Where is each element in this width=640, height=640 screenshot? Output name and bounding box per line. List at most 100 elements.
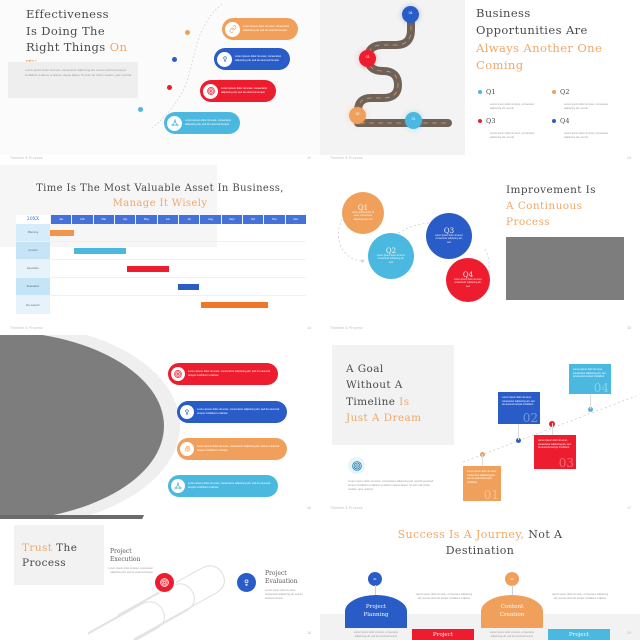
slide-page-number: 16 — [307, 506, 311, 510]
slide6-body-text: Lorem ipsum dolor sit amet, consectetur … — [348, 480, 434, 492]
slide1-pill-4[interactable]: Lorem ipsum dolor sit amet, consectetur … — [164, 112, 240, 134]
slide6-card-02[interactable]: Lorem ipsum dolor sit amet, consectetur … — [498, 392, 540, 425]
slide2-legend-q4: Q4 Lorem ipsum dolor sit amet, consectet… — [552, 112, 612, 140]
legend-label-q1: Q1 — [486, 87, 496, 96]
circle-label: Q3 — [443, 226, 455, 235]
slide7-step2-heading: Project Evaluation — [265, 570, 320, 586]
slide-thumbnail-8[interactable]: Success Is A Journey, Not A Destination … — [320, 515, 640, 640]
slide7-step1-icon-badge[interactable] — [155, 573, 174, 592]
slide5-pill-4[interactable]: Lorem ipsum dolor sit amet, consectetur … — [168, 475, 278, 497]
timeline-stem-04 — [590, 393, 591, 409]
pill-text: Lorem ipsum dolor sit amet, consectetur … — [243, 24, 290, 32]
slide-page-number: 13 — [627, 156, 631, 160]
gantt-month-jun: Jun — [156, 215, 178, 224]
gantt-month-oct: Oct — [241, 215, 264, 224]
title-line-3: Right Things — [26, 40, 110, 55]
slide-footer: Timeline & Process — [330, 506, 363, 510]
slide5-pill-3[interactable]: Lorem ipsum dolor sit amet, consectetur … — [177, 438, 287, 460]
gantt-row: Execution — [16, 260, 306, 278]
gear-idea-icon — [217, 51, 232, 67]
title-line-3: Timeline — [346, 395, 400, 408]
circle-label: Q2 — [385, 246, 397, 255]
slide-page-number: 12 — [307, 156, 311, 160]
curve-dot-lightblue — [138, 107, 143, 112]
gantt-row: Planning — [16, 224, 306, 242]
slide6-card-01[interactable]: Lorem ipsum dolor sit amet, consectetur … — [463, 466, 501, 502]
slide4-circle-q2[interactable]: Q2 Lorem ipsum dolor sit amet, consectet… — [368, 233, 414, 279]
title-line-2: Manage It Wisely — [112, 197, 208, 209]
slide-thumbnail-1[interactable]: Effectiveness Is Doing The Right Things … — [0, 0, 320, 165]
slide1-pill-2[interactable]: Lorem ipsum dolor sit amet, consectetur … — [214, 48, 290, 70]
title-line-2: Opportunities Are — [476, 23, 588, 38]
circle-text: Lorem ipsum dolor sit amet, consectetur … — [434, 234, 464, 244]
slide-thumbnail-6[interactable]: A Goal Without A Timeline Is Just A Drea… — [320, 335, 640, 515]
slide8-dome-04[interactable]: Project — [548, 629, 610, 640]
gantt-month-nov: Nov — [263, 215, 285, 224]
slide8-text-04: Lorem ipsum dolor sit amet, consectetur … — [489, 631, 535, 638]
slide1-pill-3[interactable]: Lorem ipsum dolor sit amet, consectetur … — [200, 80, 276, 102]
card-number: 03 — [558, 456, 574, 470]
title-line-3: Process — [506, 215, 551, 228]
curve-dot-red — [167, 85, 172, 90]
title-accent-on: On — [109, 40, 128, 55]
slide4-circle-q4[interactable]: Q4 Lorem ipsum dolor sit amet, consectet… — [446, 258, 490, 302]
slide-thumbnail-3[interactable]: Time Is The Most Valuable Asset In Busin… — [0, 165, 320, 335]
slide-thumbnail-7[interactable]: Trust The Process Project Execution Lore… — [0, 515, 320, 640]
card-text: Lorem ipsum dolor sit amet, consectetur … — [538, 439, 571, 450]
slide7-step2-icon-badge[interactable] — [237, 573, 256, 592]
gantt-year-label: 20XX — [16, 215, 50, 224]
legend-dot-q3 — [478, 118, 482, 123]
legend-text-q2: Lorem ipsum dolor sit amet, consectetur … — [564, 102, 609, 110]
gantt-month-may: May — [135, 215, 157, 224]
slide8-dome-03[interactable]: Project — [412, 629, 474, 640]
legend-text-q4: Lorem ipsum dolor sit amet, consectetur … — [564, 131, 609, 139]
slide8-dome-01[interactable]: Project Planning — [345, 595, 407, 628]
circle-label: Q4 — [462, 270, 474, 279]
slide5-pill-2[interactable]: Lorem ipsum dolor sit amet, consectetur … — [177, 401, 287, 423]
title-line-2: A Continuous — [506, 199, 583, 212]
slide-page-number: 15 — [627, 326, 631, 330]
slide-thumbnail-5[interactable]: Lorem ipsum dolor sit amet, consectetur … — [0, 335, 320, 515]
dome-label-lines: Content Creation — [500, 604, 525, 619]
title-line-1: Effectiveness — [26, 7, 109, 21]
slide-page-number: 17 — [627, 506, 631, 510]
title-line-3: Always Another One — [476, 40, 603, 55]
slide-thumbnail-4[interactable]: Q1 Lorem ipsum dolor sit amet, consectet… — [320, 165, 640, 335]
curve-dot-orange — [185, 30, 190, 35]
slide6-card-04[interactable]: Lorem ipsum dolor sit amet, consectetur … — [569, 364, 611, 395]
network-icon — [167, 115, 182, 131]
gantt-month-sept: Sept — [220, 215, 242, 224]
slide4-circle-q1[interactable]: Q1 Lorem ipsum dolor sit amet, consectet… — [342, 192, 384, 234]
legend-dot-q2 — [552, 89, 556, 94]
slide6-card-03[interactable]: Lorem ipsum dolor sit amet, consectetur … — [534, 435, 576, 470]
slide4-circle-q3[interactable]: Q3 Lorem ipsum dolor sit amet, consectet… — [426, 213, 472, 259]
gantt-month-jul: Jul — [177, 215, 200, 224]
pill-text: Lorem ipsum dolor sit amet, consectetur … — [185, 118, 232, 126]
gantt-row-track — [50, 278, 306, 295]
slide4-image-placeholder — [506, 237, 624, 300]
dome-line2: Planning — [363, 611, 389, 618]
slide8-text-02: Lorem ipsum dolor sit amet, consectetur … — [551, 593, 609, 600]
card-text: Lorem ipsum dolor sit amet, consectetur … — [573, 368, 606, 379]
gantt-row-label: Execution — [16, 260, 50, 277]
slide8-badge-01[interactable]: 01 — [368, 572, 382, 586]
slide7-top-bar — [0, 515, 148, 519]
slide8-text-03: Lorem ipsum dolor sit amet, consectetur … — [353, 631, 399, 638]
slide-thumbnail-2[interactable]: 04 03 02 01 Business Opportunities Are A… — [320, 0, 640, 165]
slide8-badge-02[interactable]: 02 — [505, 572, 519, 586]
roadmap-path — [354, 13, 452, 127]
pill-text: Lorem ipsum dolor sit amet, consectetur … — [188, 369, 271, 377]
gantt-row-track — [50, 224, 306, 241]
step-heading-line1: Project — [265, 570, 287, 577]
card-text: Lorem ipsum dolor sit amet, consectetur … — [502, 396, 535, 407]
link-icon — [225, 21, 240, 37]
slide1-pill-1[interactable]: Lorem ipsum dolor sit amet, consectetur … — [222, 18, 298, 40]
gantt-row: Re-Launch — [16, 296, 306, 314]
gantt-row-label: Re-Launch — [16, 296, 50, 314]
title-rest: Not A — [524, 528, 563, 541]
slide8-dome-02[interactable]: Content Creation — [481, 595, 543, 628]
gantt-row-track — [50, 260, 306, 277]
title-accent-trust: Trust — [22, 542, 53, 554]
gantt-month-mar: Mar — [92, 215, 114, 224]
slide5-pill-1[interactable]: Lorem ipsum dolor sit amet, consectetur … — [168, 363, 278, 385]
